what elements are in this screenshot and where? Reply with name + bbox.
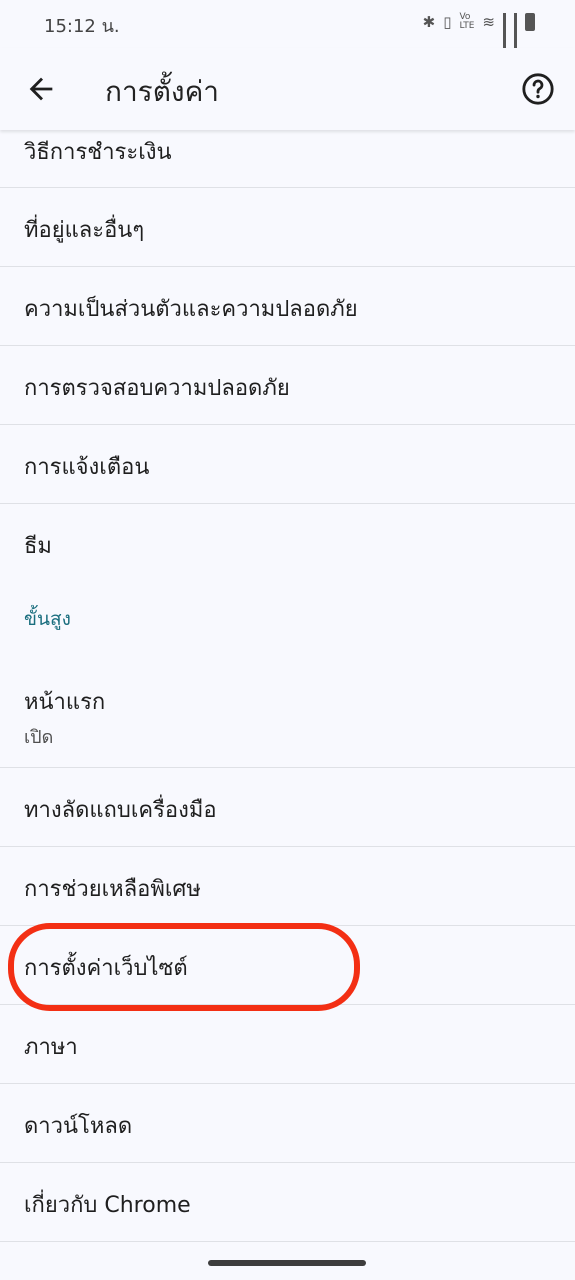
settings-item-toolbar-shortcut[interactable]: ทางลัดแถบเครื่องมือ (0, 768, 575, 847)
settings-item-languages[interactable]: ภาษา (0, 1005, 575, 1084)
help-button[interactable] (521, 72, 555, 106)
settings-item-label: ที่อยู่และอื่นๆ (24, 218, 145, 243)
settings-item-label: วิธีการชำระเงิน (24, 140, 172, 165)
settings-item-label: การแจ้งเตือน (24, 455, 150, 480)
section-header-advanced: ขั้นสูง (24, 608, 71, 630)
settings-item-homepage-status: เปิด (24, 722, 53, 751)
settings-item-label: การช่วยเหลือพิเศษ (24, 877, 201, 902)
settings-list: วิธีการชำระเงิน ที่อยู่และอื่นๆ ความเป็น… (0, 108, 575, 1242)
help-circle-icon (522, 73, 554, 105)
settings-item-notifications[interactable]: การแจ้งเตือน (0, 425, 575, 504)
home-indicator[interactable] (208, 1260, 366, 1266)
settings-item-addresses[interactable]: ที่อยู่และอื่นๆ (0, 188, 575, 267)
settings-item-label: ความเป็นส่วนตัวและความปลอดภัย (24, 297, 358, 322)
page-title: การตั้งค่า (105, 75, 220, 108)
settings-item-downloads[interactable]: ดาวน์โหลด (0, 1084, 575, 1163)
settings-item-site-settings[interactable]: การตั้งค่าเว็บไซต์ (0, 926, 575, 1005)
status-bar: 15:12 น. ✱ ▯ Vo LTE ≋ (0, 0, 575, 57)
settings-item-homepage[interactable]: หน้าแรก (24, 684, 105, 719)
status-icons: ✱ ▯ Vo LTE ≋ (422, 12, 535, 57)
status-time: 15:12 น. (44, 16, 120, 37)
wifi-icon: ≋ (482, 13, 495, 31)
signal-icon (514, 13, 517, 57)
back-button[interactable] (24, 72, 58, 106)
app-bar: การตั้งค่า (0, 48, 575, 130)
settings-item-theme-group: ธีม ขั้นสูง หน้าแรก เปิด (0, 504, 575, 768)
settings-item-label: การตั้งค่าเว็บไซต์ (24, 956, 188, 981)
settings-item-label: ภาษา (24, 1035, 78, 1060)
settings-item-label: การตรวจสอบความปลอดภัย (24, 376, 290, 401)
signal-icon (503, 13, 506, 57)
settings-item-label: ทางลัดแถบเครื่องมือ (24, 798, 217, 823)
vibrate-icon: ▯ (443, 13, 452, 31)
settings-item-accessibility[interactable]: การช่วยเหลือพิเศษ (0, 847, 575, 926)
battery-icon (525, 13, 535, 31)
volte-icon: Vo LTE (459, 12, 475, 31)
settings-item-label: เกี่ยวกับ Chrome (24, 1193, 191, 1218)
settings-item-about-chrome[interactable]: เกี่ยวกับ Chrome (0, 1163, 575, 1242)
settings-item-label: ดาวน์โหลด (24, 1114, 133, 1139)
settings-item-theme[interactable]: ธีม (24, 528, 52, 563)
bluetooth-icon: ✱ (422, 13, 436, 31)
settings-item-privacy-security[interactable]: ความเป็นส่วนตัวและความปลอดภัย (0, 267, 575, 346)
arrow-back-icon (29, 77, 53, 101)
settings-item-sublabel: เปิด (24, 727, 54, 748)
settings-item-safety-check[interactable]: การตรวจสอบความปลอดภัย (0, 346, 575, 425)
